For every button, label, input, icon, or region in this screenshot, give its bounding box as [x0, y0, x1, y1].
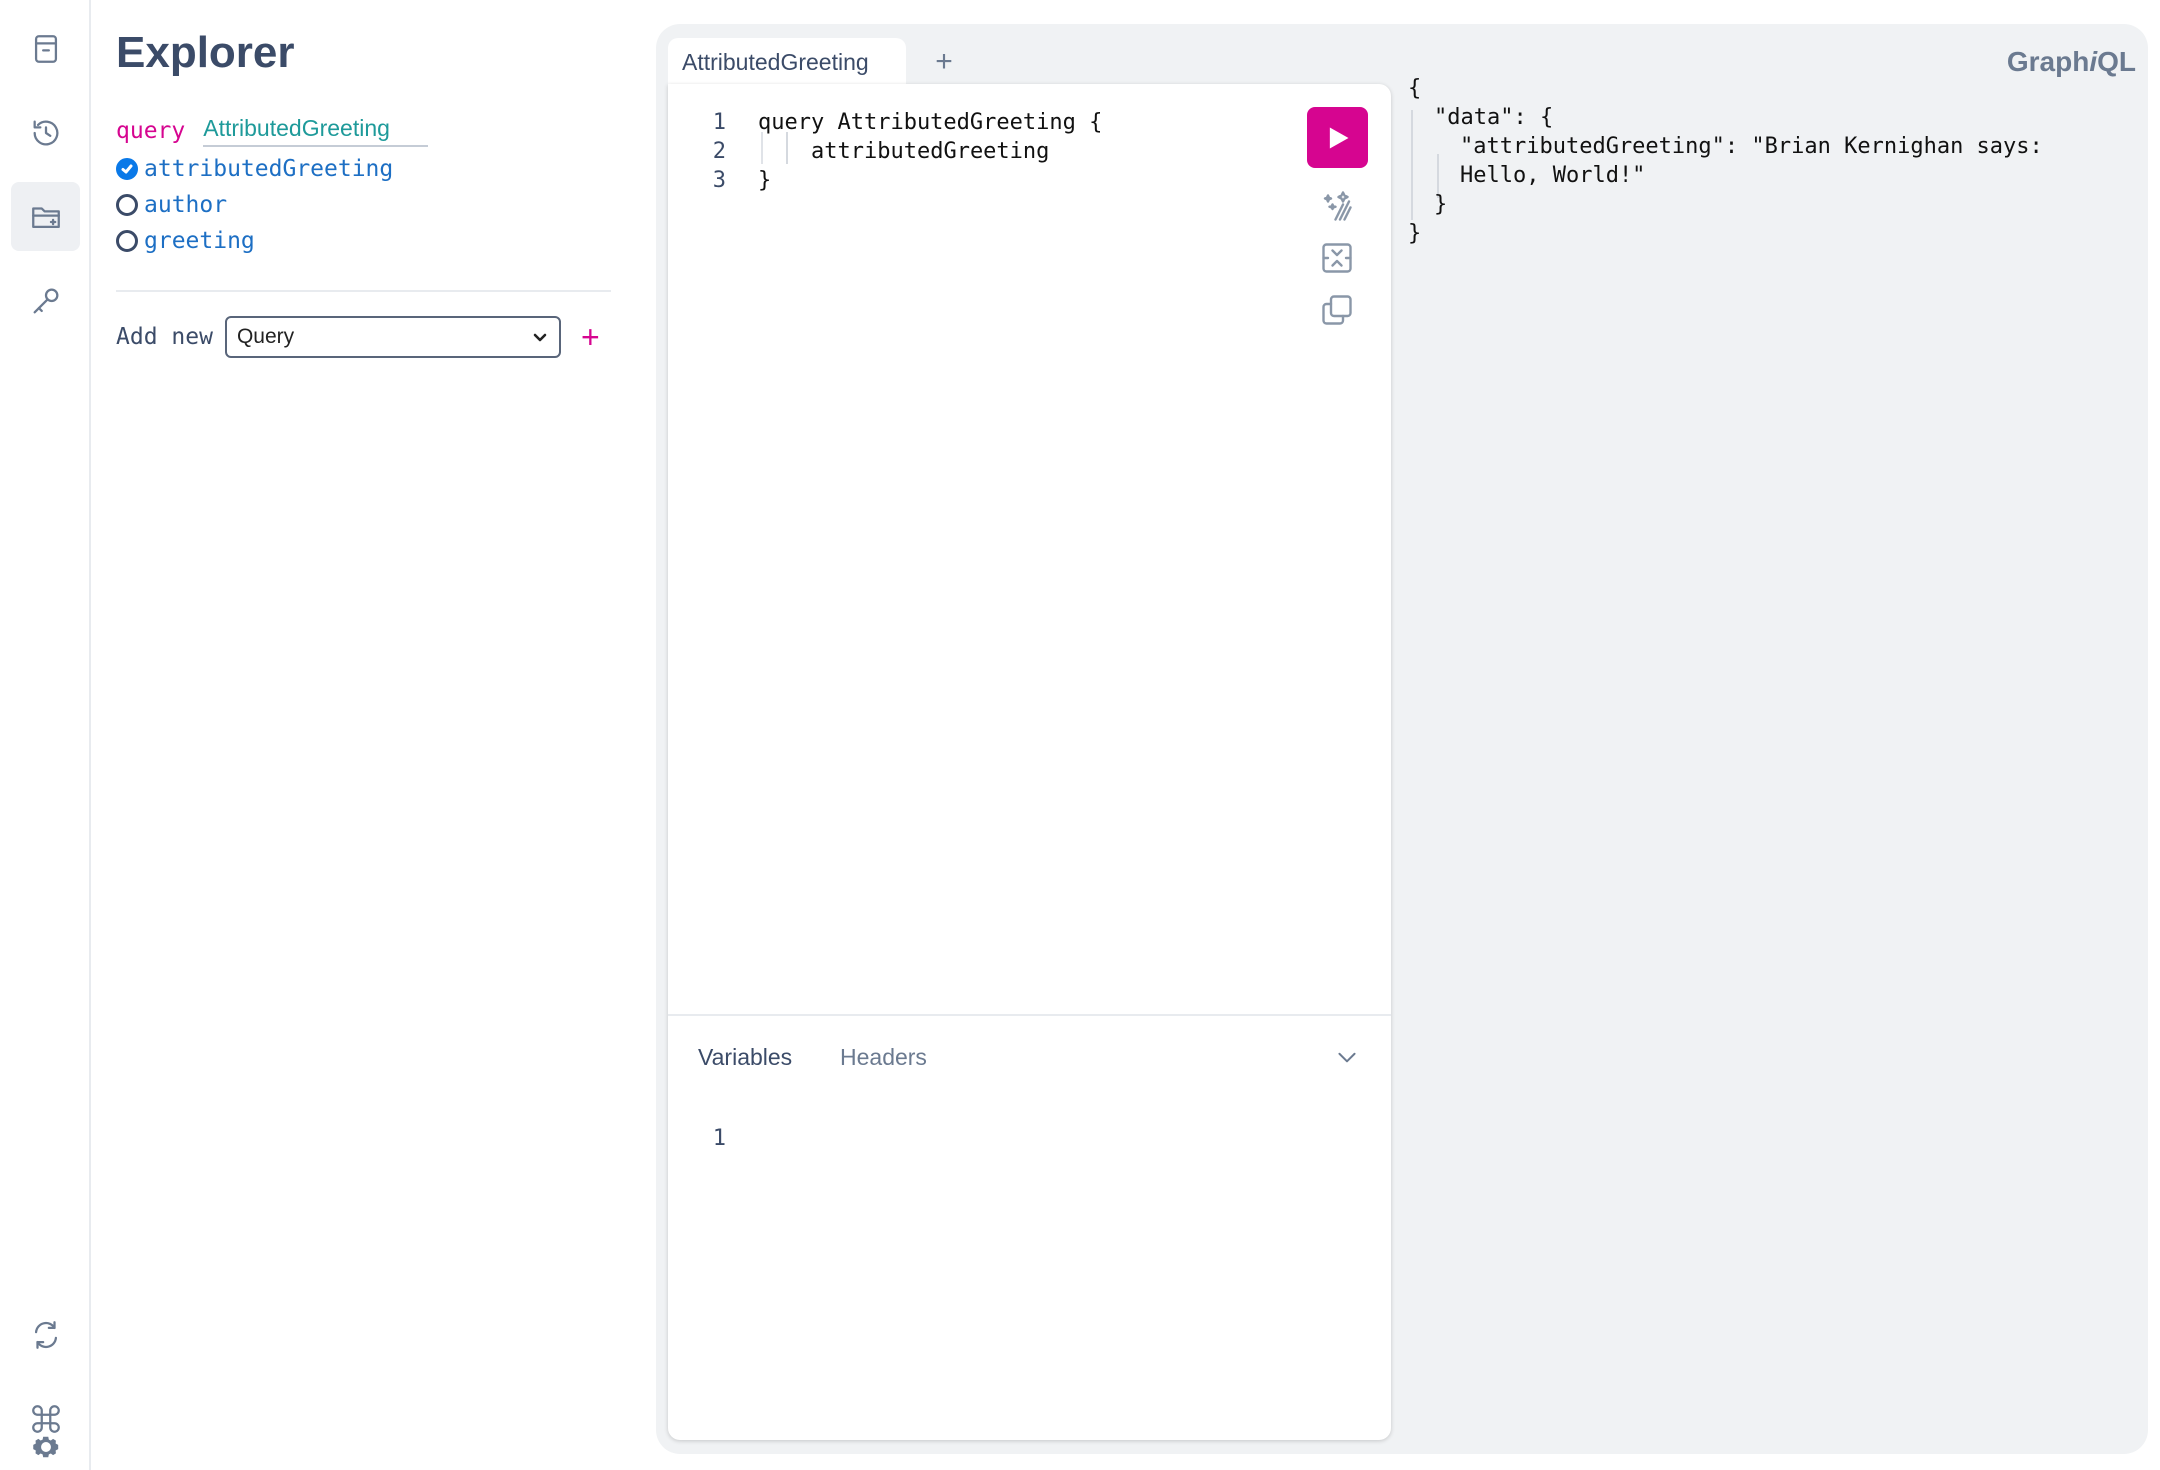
- result-line: }: [1434, 192, 1448, 217]
- settings-icon: [32, 1436, 58, 1458]
- add-operation-button[interactable]: +: [581, 321, 600, 353]
- sidebar-rail: [0, 0, 91, 1470]
- refetch-schema-button[interactable]: [11, 1300, 80, 1369]
- code-line[interactable]: attributedGreeting: [811, 139, 1049, 164]
- code-line[interactable]: }: [758, 168, 771, 193]
- operation-name-input[interactable]: AttributedGreeting: [203, 115, 429, 147]
- field-greeting[interactable]: greeting: [116, 224, 255, 258]
- explorer-button[interactable]: [11, 182, 80, 251]
- code-line[interactable]: query AttributedGreeting {: [758, 110, 1102, 135]
- result-line: "data": {: [1434, 105, 1554, 130]
- checked-icon[interactable]: [116, 158, 138, 180]
- explorer-panel: Explorer query AttributedGreeting attrib…: [93, 0, 633, 1470]
- line-number: 1: [712, 110, 726, 135]
- session-area: AttributedGreeting + GraphiQL 1 2 3 quer…: [656, 24, 2148, 1454]
- key-icon: [33, 288, 58, 313]
- history-button[interactable]: [11, 98, 80, 167]
- settings-button[interactable]: [11, 1424, 80, 1470]
- prettify-icon: [1323, 191, 1352, 221]
- toggle-variables-button[interactable]: [1334, 1044, 1364, 1074]
- explorer-title: Explorer: [116, 28, 295, 77]
- chevron-down-icon: [1338, 1052, 1356, 1063]
- refresh-icon: [34, 1320, 57, 1349]
- result-line: }: [1408, 221, 1422, 246]
- query-editor[interactable]: 1 2 3 query AttributedGreeting { attribu…: [668, 84, 1391, 1440]
- explorer-icon: [31, 206, 60, 228]
- add-new-label: Add new: [116, 324, 213, 350]
- chevron-down-icon: [533, 333, 547, 342]
- copy-icon: [1322, 295, 1352, 325]
- tab-headers[interactable]: Headers: [840, 1044, 927, 1071]
- docs-button[interactable]: [11, 14, 80, 83]
- operation-row: query AttributedGreeting: [116, 114, 429, 148]
- operation-type-select[interactable]: Query: [224, 316, 561, 358]
- add-new-row: Add new Query +: [116, 316, 600, 358]
- result-line: Hello, World!": [1460, 163, 1646, 188]
- field-name[interactable]: author: [144, 192, 227, 218]
- add-tab-button[interactable]: +: [926, 42, 962, 82]
- copy-query-button[interactable]: [1313, 286, 1361, 334]
- field-attributedGreeting[interactable]: attributedGreeting: [116, 152, 393, 186]
- unchecked-icon[interactable]: [116, 194, 138, 216]
- line-number: 2: [712, 139, 726, 164]
- history-icon: [33, 120, 58, 145]
- merge-fragments-button[interactable]: [1313, 234, 1361, 282]
- divider: [116, 290, 611, 292]
- result-line: "attributedGreeting": "Brian Kernighan s…: [1460, 134, 2043, 159]
- line-number: 3: [712, 168, 726, 193]
- indent-guide: [786, 132, 788, 164]
- tab-attributedgreeting[interactable]: AttributedGreeting: [668, 38, 906, 86]
- field-author[interactable]: author: [116, 188, 227, 222]
- indent-guide: [761, 132, 763, 164]
- graphiql-logo: GraphiQL: [2006, 46, 2136, 77]
- indent-guide: [1411, 110, 1413, 220]
- operation-keyword: query: [116, 118, 186, 144]
- play-icon: [1329, 127, 1348, 148]
- tab-variables[interactable]: Variables: [698, 1044, 792, 1071]
- execute-query-button[interactable]: [1307, 107, 1368, 168]
- select-value: Query: [236, 325, 295, 348]
- result-line: {: [1408, 76, 1422, 101]
- merge-icon: [1322, 243, 1352, 273]
- docs-icon: [34, 34, 57, 63]
- field-name[interactable]: attributedGreeting: [144, 156, 393, 182]
- line-number: 1: [712, 1126, 726, 1151]
- unchecked-icon[interactable]: [116, 230, 138, 252]
- key-button[interactable]: [11, 266, 80, 335]
- field-name[interactable]: greeting: [144, 228, 255, 254]
- divider: [668, 1014, 1391, 1016]
- prettify-button[interactable]: [1313, 182, 1361, 230]
